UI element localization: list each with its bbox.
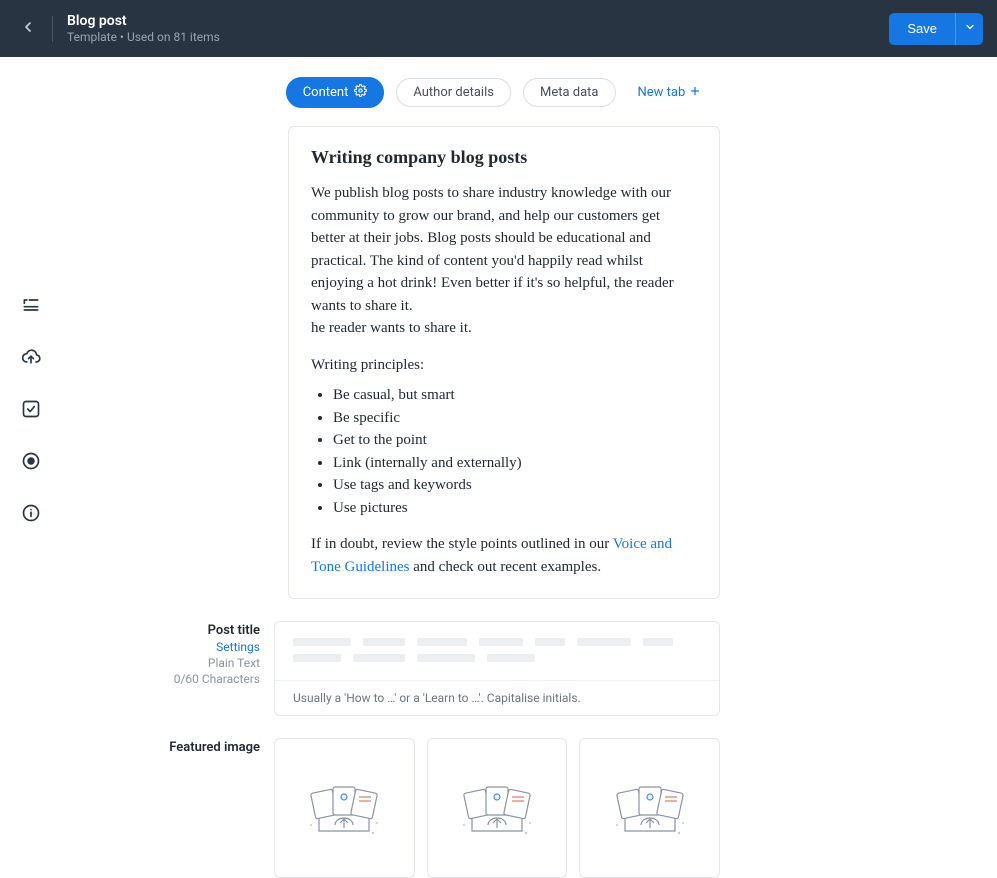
image-slots	[274, 738, 720, 878]
cloud-upload-icon	[21, 347, 41, 371]
save-button-group: Save	[889, 13, 983, 45]
header-divider	[52, 16, 53, 42]
field-name: Featured image	[124, 740, 260, 755]
upload-illustration-icon	[605, 773, 695, 843]
image-upload-slot[interactable]	[274, 738, 415, 878]
post-title-input-box[interactable]: Usually a 'How to …' or a 'Learn to …'. …	[274, 621, 720, 716]
save-dropdown-button[interactable]	[955, 13, 983, 45]
page-title: Blog post	[67, 13, 220, 30]
principle-item: Be specific	[333, 407, 697, 430]
upload-illustration-icon	[452, 773, 542, 843]
image-upload-slot[interactable]	[427, 738, 568, 878]
page-subtitle: Template • Used on 81 items	[67, 30, 220, 44]
radio-icon	[21, 451, 41, 475]
text-lines-icon	[21, 295, 41, 319]
principle-item: Use pictures	[333, 497, 697, 520]
principles-list: Be casual, but smart Be specific Get to …	[333, 384, 697, 519]
header-title-block: Blog post Template • Used on 81 items	[67, 13, 220, 44]
chevron-down-icon	[964, 21, 976, 36]
tabs-row: Content Author details Meta data New tab	[0, 57, 997, 122]
main-column: Writing company blog posts We publish bl…	[170, 126, 890, 878]
info-icon	[21, 503, 41, 527]
guidelines-card: Writing company blog posts We publish bl…	[288, 126, 720, 599]
principle-item: Be casual, but smart	[333, 384, 697, 407]
checkbox-icon	[21, 399, 41, 423]
field-settings-link[interactable]: Settings	[124, 640, 260, 654]
new-tab-label: New tab	[638, 85, 686, 100]
guidelines-body-1: We publish blog posts to share industry …	[311, 182, 697, 340]
tab-content[interactable]: Content	[286, 77, 385, 108]
app-header: Blog post Template • Used on 81 items Sa…	[0, 0, 997, 57]
principle-item: Link (internally and externally)	[333, 452, 697, 475]
rail-radio-button[interactable]	[14, 446, 48, 480]
tab-meta-data[interactable]: Meta data	[523, 78, 616, 107]
tab-label: Meta data	[540, 85, 599, 100]
featured-image-labels: Featured image	[124, 738, 274, 878]
back-button[interactable]	[14, 15, 42, 43]
principle-item: Use tags and keywords	[333, 474, 697, 497]
tab-author-details[interactable]: Author details	[396, 78, 511, 107]
post-title-placeholder	[275, 622, 719, 680]
principle-item: Get to the point	[333, 429, 697, 452]
plus-icon	[689, 85, 701, 101]
new-tab-button[interactable]: New tab	[628, 79, 712, 107]
tab-label: Author details	[413, 85, 494, 100]
field-name: Post title	[124, 623, 260, 638]
principles-heading: Writing principles:	[311, 354, 697, 377]
post-title-field-row: Post title Settings Plain Text 0/60 Char…	[288, 621, 720, 716]
rail-text-field-button[interactable]	[14, 290, 48, 324]
rail-checkbox-button[interactable]	[14, 394, 48, 428]
gear-icon	[354, 84, 367, 101]
guidelines-footer: If in doubt, review the style points out…	[311, 533, 697, 578]
post-title-labels: Post title Settings Plain Text 0/60 Char…	[124, 621, 274, 716]
field-char-count: 0/60 Characters	[124, 672, 260, 686]
rail-upload-button[interactable]	[14, 342, 48, 376]
save-button[interactable]: Save	[889, 13, 955, 45]
tab-label: Content	[303, 85, 349, 100]
guidelines-heading: Writing company blog posts	[311, 147, 697, 168]
chevron-left-icon	[20, 19, 36, 39]
featured-image-field-row: Featured image	[288, 738, 720, 878]
rail-info-button[interactable]	[14, 498, 48, 532]
upload-illustration-icon	[299, 773, 389, 843]
image-upload-slot[interactable]	[579, 738, 720, 878]
side-rail	[14, 290, 48, 532]
post-title-help: Usually a 'How to …' or a 'Learn to …'. …	[275, 680, 719, 715]
field-type: Plain Text	[124, 656, 260, 670]
